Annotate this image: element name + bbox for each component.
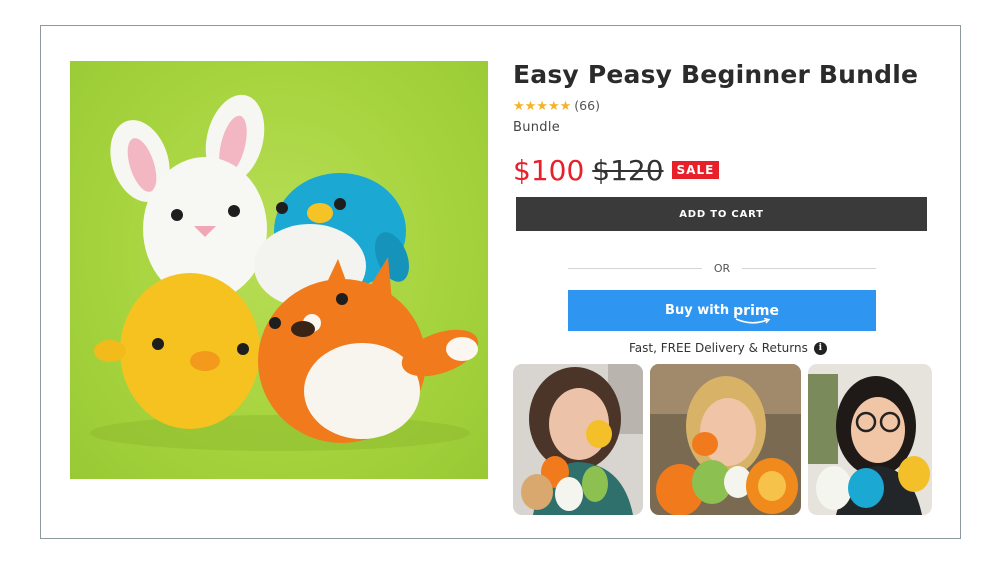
delivery-info: Fast, FREE Delivery & Returns i — [629, 341, 827, 355]
add-to-cart-button[interactable]: ADD TO CART — [516, 197, 927, 231]
divider-line-right — [742, 267, 876, 269]
customer-photo-3[interactable] — [808, 364, 932, 515]
product-info: Easy Peasy Beginner Bundle ★★★★★ (66) Bu… — [513, 60, 933, 135]
sale-badge: SALE — [671, 161, 720, 179]
star-rating-icon: ★★★★★ — [513, 97, 572, 113]
prime-smile-icon — [735, 317, 771, 324]
price-row: $100 $120 SALE — [513, 153, 720, 187]
original-price: $120 — [592, 153, 664, 187]
rating-row[interactable]: ★★★★★ (66) — [513, 97, 933, 113]
prime-label: prime — [733, 302, 779, 319]
sale-price: $100 — [513, 153, 585, 187]
customer-photo-2[interactable] — [650, 364, 801, 515]
info-icon[interactable]: i — [813, 341, 827, 355]
product-main-image[interactable] — [70, 61, 488, 479]
divider-line-left — [568, 267, 702, 269]
customer-photo-1[interactable] — [513, 364, 643, 515]
or-divider: OR — [568, 260, 876, 276]
buy-with-prime-button[interactable]: Buy with prime — [568, 290, 876, 331]
product-title: Easy Peasy Beginner Bundle — [513, 60, 919, 89]
delivery-text: Fast, FREE Delivery & Returns — [629, 341, 808, 355]
buy-with-label: Buy with — [665, 303, 730, 318]
review-count[interactable]: (66) — [574, 98, 600, 113]
product-variant-label: Bundle — [513, 120, 561, 135]
or-divider-label: OR — [713, 261, 731, 275]
prime-logo: prime — [733, 302, 779, 324]
